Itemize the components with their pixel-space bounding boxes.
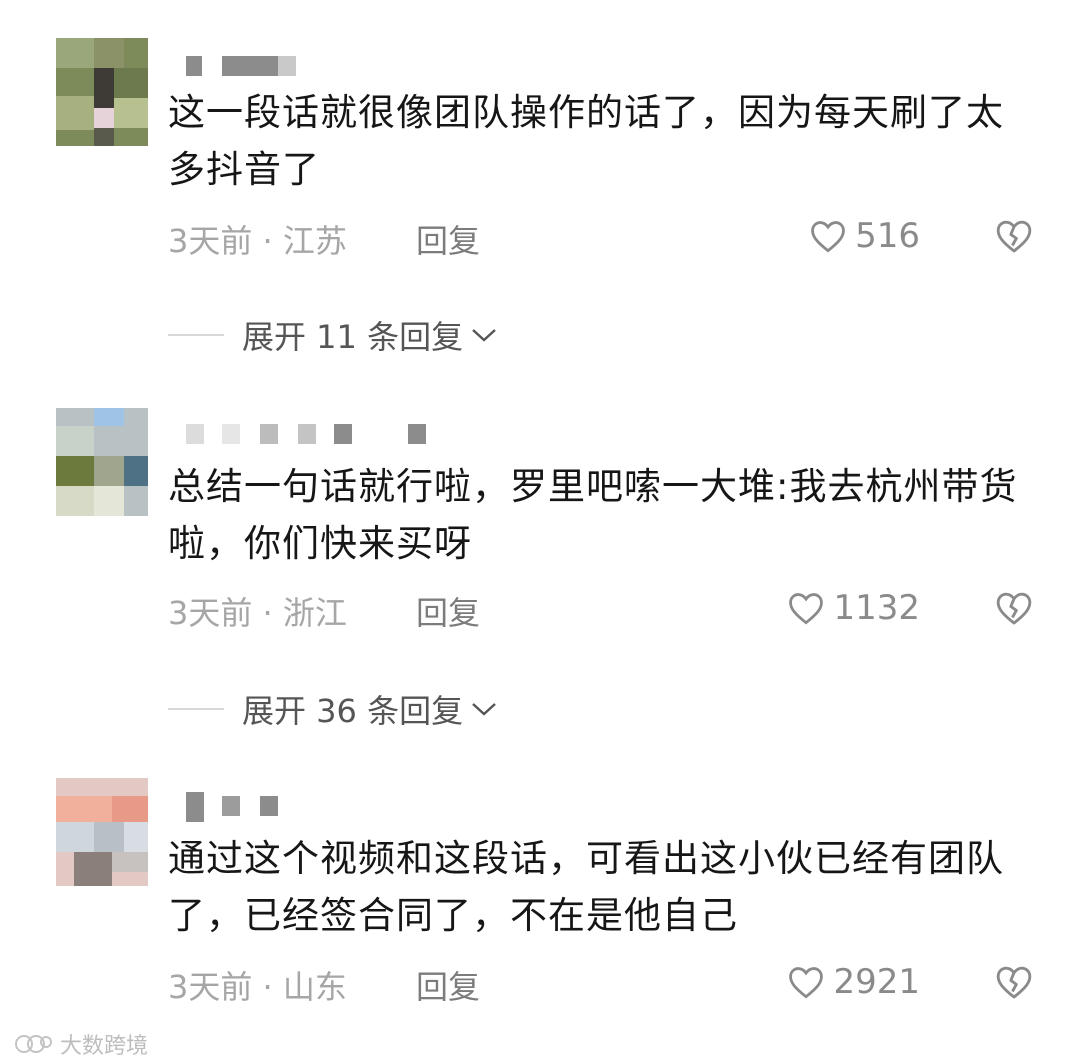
broken-heart-icon[interactable] (995, 218, 1033, 254)
expand-replies-button[interactable]: 展开 36 条回复 (168, 686, 499, 732)
like-button[interactable]: 516 (809, 216, 920, 256)
comment-meta: 3天前 · 江苏 (168, 222, 347, 260)
chevron-down-icon (472, 329, 496, 342)
comment-text: 总结一句话就行啦，罗里吧嗦一大堆:我去杭州带货啦，你们快来买呀 (168, 465, 1018, 565)
broken-heart-icon[interactable] (995, 590, 1033, 626)
heart-outline-icon (789, 967, 824, 999)
comment-text: 通过这个视频和这段话，可看出这小伙已经有团队了，已经签合同了，不在是他自己 (168, 837, 1004, 937)
avatar[interactable] (56, 38, 148, 146)
divider-line (168, 708, 224, 710)
heart-outline-icon (811, 221, 845, 253)
divider-line (168, 334, 224, 336)
chevron-down-icon (472, 703, 496, 716)
expand-replies-label: 展开 36 条回复 (242, 692, 464, 730)
comment-text: 这一段话就很像团队操作的话了，因为每天刷了太多抖音了 (168, 91, 1004, 191)
avatar[interactable] (56, 408, 148, 516)
like-count: 1132 (833, 588, 920, 628)
watermark-text: 大数跨境 (60, 1034, 149, 1059)
expand-replies-button[interactable]: 展开 11 条回复 (168, 312, 499, 358)
reply-button[interactable]: 回复 (416, 216, 480, 262)
reply-button[interactable]: 回复 (416, 588, 480, 634)
broken-heart-icon[interactable] (995, 964, 1033, 1000)
watermark: 大数跨境 (14, 1028, 148, 1060)
comment-meta: 3天前 · 山东 (168, 968, 347, 1006)
reply-button[interactable]: 回复 (416, 962, 480, 1008)
avatar[interactable] (56, 778, 148, 886)
like-count: 2921 (833, 962, 920, 1002)
watermark-logo-icon (15, 1035, 52, 1053)
like-button[interactable]: 1132 (787, 588, 920, 628)
expand-replies-label: 展开 11 条回复 (242, 318, 464, 356)
comment-meta: 3天前 · 浙江 (168, 594, 347, 632)
like-button[interactable]: 2921 (787, 962, 920, 1002)
like-count: 516 (855, 216, 920, 256)
heart-outline-icon (789, 593, 824, 625)
